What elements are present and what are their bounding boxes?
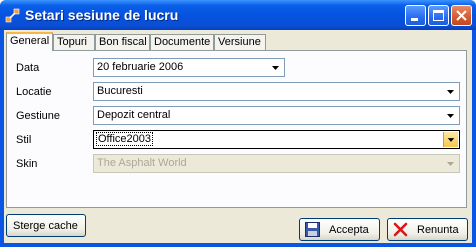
tab-documente[interactable]: Documente [150, 34, 214, 50]
tab-versiune[interactable]: Versiune [214, 34, 266, 50]
stil-label: Stil [16, 134, 32, 146]
close-button[interactable] [451, 5, 472, 26]
date-value: 20 februarie 2006 [97, 61, 184, 73]
dialog-body: General Topuri Bon fiscal Documente Vers… [4, 30, 472, 243]
gestiune-label: Gestiune [16, 110, 61, 122]
data-label: Data [16, 62, 40, 74]
locatie-select[interactable]: Bucuresti [93, 82, 460, 101]
accept-label: Accepta [329, 224, 369, 236]
gestiune-value: Depozit central [97, 109, 171, 121]
stil-value: Office2003 [96, 132, 154, 146]
chevron-down-icon[interactable] [443, 108, 458, 123]
floppy-icon [305, 222, 320, 237]
maximize-button[interactable] [428, 5, 449, 26]
skin-select: The Asphalt World [93, 154, 460, 173]
clear-cache-button[interactable]: Sterge cache [6, 214, 86, 237]
skin-label: Skin [16, 158, 38, 170]
dialog-window: Setari sesiune de lucru General Topuri B… [0, 0, 476, 247]
cancel-button[interactable]: Renunta [387, 218, 468, 241]
window-title: Setari sesiune de lucru [25, 7, 179, 23]
clear-cache-label: Sterge cache [13, 220, 78, 232]
chevron-down-icon [447, 162, 454, 166]
tab-topuri[interactable]: Topuri [53, 34, 95, 50]
chevron-down-icon[interactable] [268, 60, 283, 75]
maximize-icon [433, 10, 444, 21]
minimize-icon [411, 18, 418, 21]
x-icon [393, 222, 408, 237]
locatie-value: Bucuresti [97, 85, 143, 97]
tab-bon-fiscal[interactable]: Bon fiscal [95, 34, 150, 50]
app-icon [5, 8, 20, 23]
cancel-label: Renunta [417, 224, 459, 236]
minimize-button[interactable] [405, 5, 426, 26]
general-panel: Data 20 februarie 2006 Locatie Bucuresti… [6, 50, 467, 208]
stil-select[interactable]: Office2003 [93, 130, 460, 149]
close-icon [456, 10, 467, 21]
chevron-down-icon[interactable] [443, 84, 458, 99]
skin-value: The Asphalt World [97, 157, 187, 169]
gestiune-select[interactable]: Depozit central [93, 106, 460, 125]
locatie-label: Locatie [16, 86, 52, 98]
tab-general[interactable]: General [6, 32, 53, 51]
chevron-down-icon[interactable] [443, 132, 458, 147]
date-picker[interactable]: 20 februarie 2006 [93, 58, 285, 77]
accept-button[interactable]: Accepta [299, 218, 380, 241]
title-bar[interactable]: Setari sesiune de lucru [0, 0, 476, 30]
